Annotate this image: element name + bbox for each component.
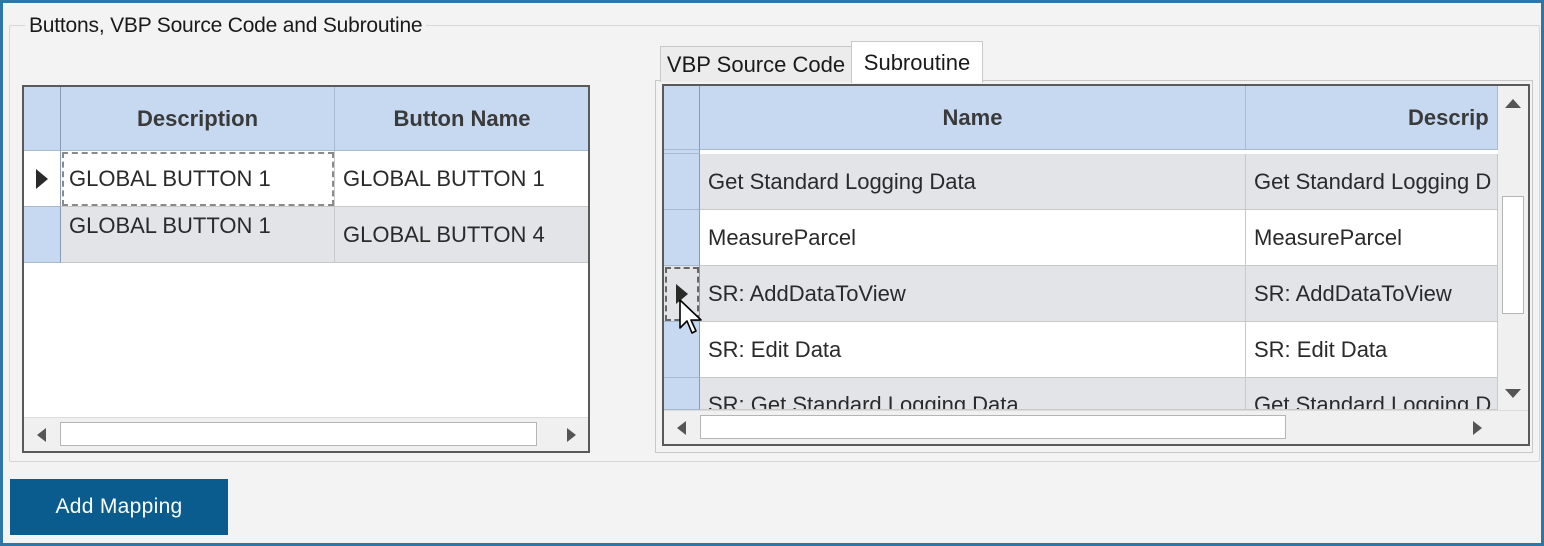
tab-subroutine[interactable]: Subroutine [851,41,983,83]
scroll-up-button[interactable] [1498,86,1528,120]
add-mapping-button[interactable]: Add Mapping [10,479,228,535]
column-header-description[interactable]: Descrip [1246,86,1498,150]
scroll-up-icon [1505,98,1521,108]
column-header-button-name[interactable]: Button Name [335,87,588,151]
scroll-thumb[interactable] [1502,196,1524,314]
scroll-right-icon [1472,421,1482,435]
scroll-right-button[interactable] [554,418,588,451]
grid-corner-header [664,86,700,150]
current-row-arrow-icon [36,168,48,189]
horizontal-scrollbar[interactable] [24,417,588,451]
table-cell-description[interactable]: MeasureParcel [1246,210,1498,266]
table-cell-name[interactable]: SR: Edit Data [700,322,1246,378]
table-cell-name[interactable]: MeasureParcel [700,210,1246,266]
scroll-right-icon [566,428,576,442]
scroll-thumb[interactable] [700,415,1286,439]
column-header-name[interactable]: Name [700,86,1246,150]
table-cell-name[interactable]: Get Standard Logging Data [700,154,1246,210]
row-header[interactable] [24,207,61,263]
scroll-left-icon [36,428,46,442]
table-cell-description[interactable]: Get Standard Logging D [1246,378,1498,410]
row-header[interactable] [664,210,700,266]
table-cell-description[interactable]: Get Standard Logging D [1246,154,1498,210]
mouse-pointer-icon [679,299,702,334]
scroll-left-icon [676,421,686,435]
scroll-thumb[interactable] [60,422,537,446]
buttons-grid[interactable]: Description Button Name GLOBAL BUTTON 1 … [22,85,590,453]
table-cell-button-name[interactable]: GLOBAL BUTTON 1 [335,151,588,207]
table-cell-description[interactable]: SR: AddDataToView [1246,266,1498,322]
subroutine-grid[interactable]: Name Descrip Get Standard Logging Data G… [662,84,1530,446]
scroll-right-button[interactable] [1460,411,1494,444]
cell-text: Get Standard Logging D [1254,392,1492,410]
row-header-current[interactable] [24,151,61,207]
table-cell-name[interactable]: SR: AddDataToView [700,266,1246,322]
table-cell-button-name[interactable]: GLOBAL BUTTON 4 [335,207,588,263]
horizontal-scrollbar[interactable] [664,410,1528,444]
grid-corner-header [24,87,61,151]
row-header[interactable] [664,378,700,410]
tab-vbp-source-code[interactable]: VBP Source Code [660,46,852,82]
cell-text: SR: Get Standard Logging Data [708,392,1019,410]
cell-text: GLOBAL BUTTON 1 [69,213,271,238]
vertical-scrollbar[interactable] [1498,86,1528,410]
row-header[interactable] [664,154,700,210]
groupbox-title: Buttons, VBP Source Code and Subroutine [25,14,427,38]
column-header-description[interactable]: Description [61,87,335,151]
scroll-left-button[interactable] [664,411,698,444]
scrollbar-corner [1494,411,1528,444]
scroll-left-button[interactable] [24,418,58,451]
table-cell-name[interactable]: SR: Get Standard Logging Data [700,378,1246,410]
table-cell-description[interactable]: GLOBAL BUTTON 1 [61,207,335,263]
scroll-down-button[interactable] [1498,376,1528,410]
table-cell-description[interactable]: GLOBAL BUTTON 1 [61,151,335,207]
table-cell-description[interactable]: SR: Edit Data [1246,322,1498,378]
scroll-down-icon [1505,388,1521,398]
